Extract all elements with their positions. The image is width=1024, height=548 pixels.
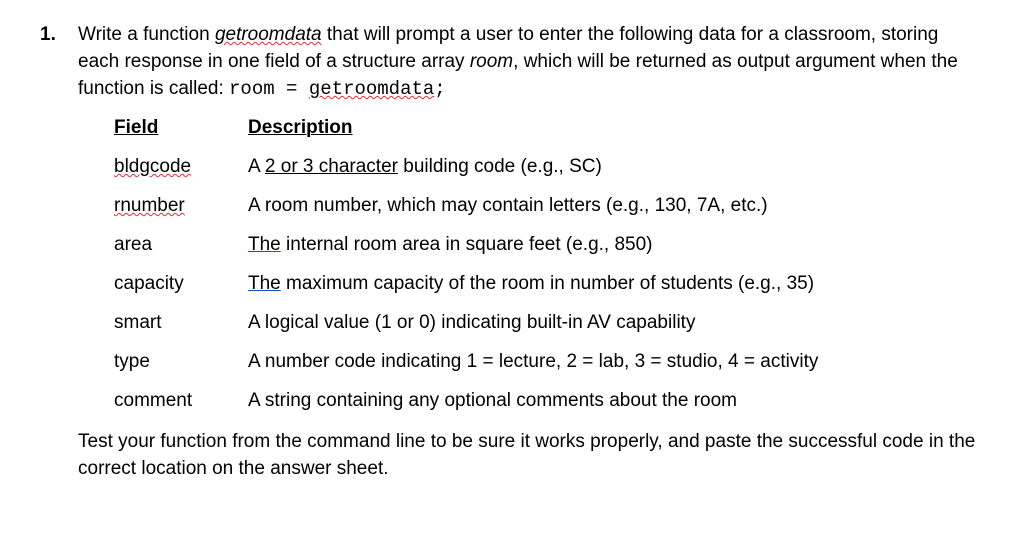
field-type: type — [114, 349, 248, 376]
table-row: type A number code indicating 1 = lectur… — [114, 349, 976, 376]
field-bldgcode: bldgcode — [114, 154, 248, 181]
table-row: capacity The maximum capacity of the roo… — [114, 271, 976, 298]
intro-text-a: Write a function — [78, 24, 215, 45]
func-name-italic: getroomdata — [215, 22, 322, 49]
table-row: bldgcode A 2 or 3 character building cod… — [114, 154, 976, 181]
field-area: area — [114, 232, 248, 259]
table-row: smart A logical value (1 or 0) indicatin… — [114, 310, 976, 337]
desc-type: A number code indicating 1 = lecture, 2 … — [248, 349, 976, 376]
code-semicolon: ; — [434, 78, 445, 100]
field-description-table: Field Description bldgcode A 2 or 3 char… — [114, 115, 976, 415]
desc-rnumber: A room number, which may contain letters… — [248, 193, 976, 220]
code-room-eq: room = — [229, 78, 309, 100]
question-1: 1. Write a function getroomdata that wil… — [36, 22, 976, 495]
field-smart: smart — [114, 310, 248, 337]
closing-paragraph: Test your function from the command line… — [78, 429, 976, 483]
room-var-italic: room — [470, 51, 513, 72]
table-row: area The internal room area in square fe… — [114, 232, 976, 259]
header-desc: Description — [248, 115, 976, 142]
desc-smart: A logical value (1 or 0) indicating buil… — [248, 310, 976, 337]
desc-capacity: The maximum capacity of the room in numb… — [248, 271, 976, 298]
field-comment: comment — [114, 388, 248, 415]
table-header: Field Description — [114, 115, 976, 142]
field-capacity: capacity — [114, 271, 248, 298]
desc-comment: A string containing any optional comment… — [248, 388, 976, 415]
desc-area: The internal room area in square feet (e… — [248, 232, 976, 259]
header-field: Field — [114, 115, 248, 142]
question-body: Write a function getroomdata that will p… — [78, 22, 976, 495]
field-rnumber: rnumber — [114, 193, 248, 220]
desc-bldgcode: A 2 or 3 character building code (e.g., … — [248, 154, 976, 181]
intro-paragraph: Write a function getroomdata that will p… — [78, 22, 976, 103]
table-row: comment A string containing any optional… — [114, 388, 976, 415]
code-funcname: getroomdata — [309, 76, 434, 103]
table-row: rnumber A room number, which may contain… — [114, 193, 976, 220]
question-number: 1. — [40, 22, 64, 49]
